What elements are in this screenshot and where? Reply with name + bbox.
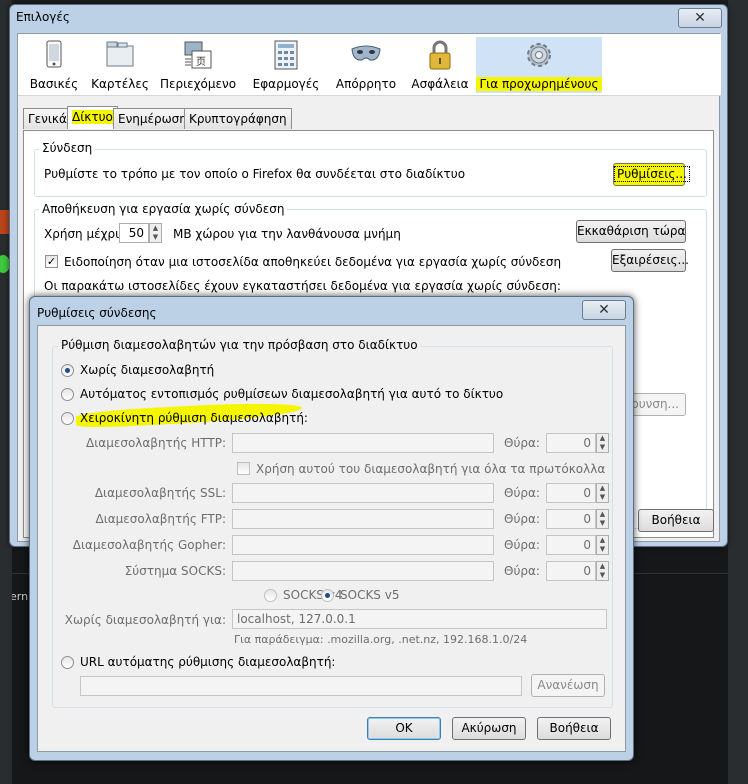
pane-applications[interactable]: Εφαρμογές	[248, 37, 324, 93]
manual-proxy-radio[interactable]	[61, 412, 74, 425]
no-proxy-for-input[interactable]: localhost, 127.0.0.1	[232, 609, 607, 629]
socks-port-input[interactable]: 0	[546, 561, 596, 581]
ftp-port-input[interactable]: 0	[546, 509, 596, 529]
pane-label: Περιεχόμενο	[159, 77, 237, 91]
cache-unit-label: MB χώρου για την λανθάνουσα μνήμη	[173, 227, 401, 241]
background-app-right	[728, 0, 748, 784]
reload-button[interactable]: Ανανέωση	[531, 674, 605, 697]
preferences-toolbar: Βασικές Καρτέλες 页 Περιεχόμενο Εφαρμογές…	[18, 34, 721, 96]
socks-port-spinner[interactable]: ▲ ▼	[596, 561, 609, 581]
cancel-button[interactable]: Ακύρωση	[452, 717, 526, 740]
cache-size-spinner[interactable]: ▲ ▼	[149, 223, 162, 243]
close-icon: ✕	[694, 10, 706, 26]
http-port-input[interactable]: 0	[546, 433, 596, 453]
applications-icon	[274, 40, 298, 70]
ftp-proxy-input[interactable]	[232, 509, 494, 529]
window-title: Επιλογές	[16, 10, 70, 24]
socks-host-label: Σύστημα SOCKS:	[124, 564, 226, 578]
use-for-all-label: Χρήση αυτού του διαμεσολαβητή για όλα τα…	[256, 462, 606, 476]
advanced-gear-icon	[527, 43, 551, 67]
auto-url-radio[interactable]	[61, 656, 74, 669]
auto-url-label: URL αυτόματης ρύθμισης διαμεσολαβητή:	[80, 655, 336, 669]
pane-label: Βασικές	[29, 77, 79, 91]
manual-proxy-label: Χειροκίνητη ρύθμιση διαμεσολαβητή:	[80, 411, 308, 425]
ssl-port-spinner[interactable]: ▲ ▼	[596, 483, 609, 503]
pane-security[interactable]: Ασφάλεια	[408, 37, 472, 93]
pane-advanced[interactable]: Για προχωρημένους	[476, 37, 602, 93]
cache-size-input[interactable]: 50	[119, 223, 149, 243]
tab-encryption[interactable]: Κρυπτογράφηση	[184, 108, 292, 129]
pane-label: Καρτέλες	[91, 77, 149, 91]
dialog-close-button[interactable]: ✕	[582, 300, 626, 320]
dialog-body: Ρύθμιση διαμεσολαβητών για την πρόσβαση …	[37, 325, 626, 752]
use-up-to-label: Χρήση μέχρι	[44, 227, 120, 241]
pane-privacy[interactable]: Απόρρητο	[331, 37, 401, 93]
connection-settings-button[interactable]: Ρυθμίσεις...	[613, 163, 690, 186]
socks-host-input[interactable]	[232, 561, 494, 581]
pane-content[interactable]: 页 Περιεχόμενο	[158, 37, 238, 93]
ok-button[interactable]: OK	[367, 717, 441, 740]
gopher-port-input[interactable]: 0	[546, 535, 596, 555]
security-lock-icon	[429, 40, 451, 70]
content-icon: 页	[184, 41, 212, 69]
close-icon: ✕	[598, 302, 610, 318]
pane-label: Εφαρμογές	[252, 77, 320, 91]
connection-description: Ρυθμίστε το τρόπο με τον οποίο ο Firefox…	[44, 167, 466, 181]
gopher-port-label: Θύρα:	[504, 538, 540, 552]
pane-label: Απόρρητο	[335, 77, 397, 91]
ftp-port-label: Θύρα:	[504, 512, 540, 526]
privacy-mask-icon	[351, 45, 381, 61]
notify-label: Ειδοποίηση όταν μια ιστοσελίδα αποθηκεύε…	[64, 255, 562, 269]
offline-sites-label: Οι παρακάτω ιστοσελίδες έχουν εγκαταστήσ…	[44, 279, 561, 293]
offline-group-title: Αποθήκευση για εργασία χωρίς σύνδεση	[39, 202, 288, 216]
tab-update[interactable]: Ενημέρωση	[113, 108, 192, 129]
tabs-icon	[106, 41, 134, 67]
exceptions-button[interactable]: Εξαιρέσεις...	[611, 249, 689, 272]
socks-port-label: Θύρα:	[504, 564, 540, 578]
http-proxy-label: Διαμεσολαβητής HTTP:	[86, 436, 226, 450]
ftp-proxy-label: Διαμεσολαβητής FTP:	[95, 512, 226, 526]
svg-text:页: 页	[196, 56, 206, 68]
socks-v4-radio[interactable]	[264, 589, 277, 602]
connection-group-title: Σύνδεση	[39, 141, 96, 155]
pane-label: Ασφάλεια	[411, 77, 469, 91]
ssl-port-label: Θύρα:	[504, 486, 540, 500]
proxy-group-title: Ρύθμιση διαμεσολαβητών για την πρόσβαση …	[58, 338, 421, 352]
dialog-help-button[interactable]: Βοήθεια	[537, 717, 611, 740]
tab-network[interactable]: Δίκτυο	[67, 106, 118, 129]
pane-label: Για προχωρημένους	[476, 77, 602, 91]
no-proxy-for-label: Χωρίς διαμεσολαβητή για:	[64, 613, 226, 627]
ssl-proxy-input[interactable]	[232, 483, 494, 503]
socks-v5-label: SOCKS v5	[340, 588, 400, 602]
ftp-port-spinner[interactable]: ▲ ▼	[596, 509, 609, 529]
socks-v5-radio[interactable]	[321, 589, 334, 602]
connection-settings-dialog: Ρυθμίσεις σύνδεσης ✕ Ρύθμιση διαμεσολαβη…	[29, 296, 634, 761]
no-proxy-example: Για παράδειγμα: .mozilla.org, .net.nz, 1…	[234, 633, 528, 646]
close-button[interactable]: ✕	[678, 8, 722, 28]
ssl-port-input[interactable]: 0	[546, 483, 596, 503]
help-button[interactable]: Βοήθεια	[638, 509, 714, 532]
http-port-spinner[interactable]: ▲ ▼	[596, 433, 609, 453]
auto-detect-label: Αυτόματος εντοπισμός ρυθμίσεων διαμεσολα…	[80, 387, 504, 401]
auto-detect-radio[interactable]	[61, 388, 74, 401]
gopher-proxy-label: Διαμεσολαβητής Gopher:	[72, 538, 226, 552]
http-proxy-input[interactable]	[232, 433, 494, 453]
gopher-port-spinner[interactable]: ▲ ▼	[596, 535, 609, 555]
gopher-proxy-input[interactable]	[232, 535, 494, 555]
general-icon	[46, 40, 62, 68]
http-port-label: Θύρα:	[504, 436, 540, 450]
auto-url-input[interactable]	[80, 676, 522, 696]
clear-now-button[interactable]: Εκκαθάριση τώρα	[576, 220, 686, 243]
pane-tabs[interactable]: Καρτέλες	[90, 37, 150, 93]
use-for-all-checkbox[interactable]	[237, 462, 250, 475]
pane-general[interactable]: Βασικές	[26, 37, 82, 93]
no-proxy-radio[interactable]	[61, 364, 74, 377]
ssl-proxy-label: Διαμεσολαβητής SSL:	[94, 486, 226, 500]
dialog-title: Ρυθμίσεις σύνδεσης	[37, 306, 157, 320]
no-proxy-label: Χωρίς διαμεσολαβητή	[80, 363, 215, 377]
notify-checkbox[interactable]: ✓	[45, 255, 58, 268]
tab-general[interactable]: Γενικά	[23, 108, 72, 129]
